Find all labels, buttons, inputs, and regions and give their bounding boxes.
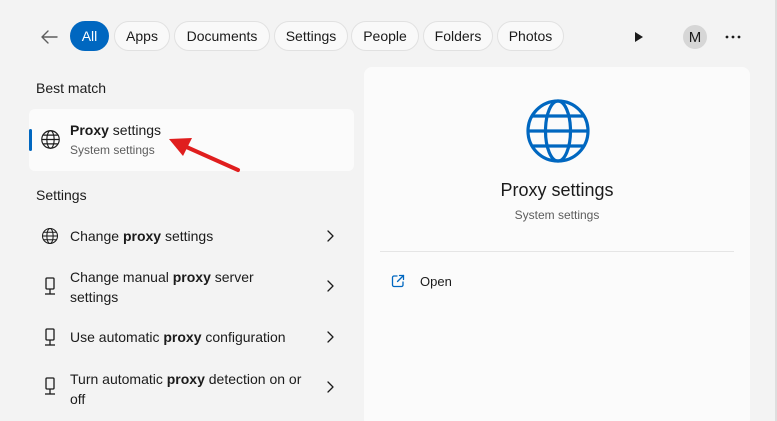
label-bold: proxy	[166, 371, 205, 387]
settings-heading: Settings	[36, 187, 87, 203]
label-bold: proxy	[172, 269, 211, 285]
globe-icon	[41, 130, 60, 149]
label-pre: Change manual	[70, 269, 173, 285]
label-bold: proxy	[163, 329, 202, 345]
filter-chip-documents[interactable]: Documents	[174, 21, 270, 51]
settings-item-label: Turn automatic proxy detection on or off	[70, 369, 305, 409]
result-title: Proxy settings	[70, 122, 161, 138]
globe-icon	[526, 99, 590, 163]
ellipsis-icon	[725, 35, 741, 39]
open-action[interactable]: Open	[388, 270, 508, 294]
open-label: Open	[420, 274, 452, 289]
result-title-rest: settings	[108, 122, 162, 138]
label-pre: Turn automatic	[70, 371, 167, 387]
network-plug-icon	[40, 277, 60, 297]
settings-item-label: Change manual proxy server settings	[70, 267, 305, 307]
selection-indicator	[29, 129, 32, 151]
avatar[interactable]: M	[683, 25, 707, 49]
open-external-icon	[391, 274, 405, 288]
filter-chip-people[interactable]: People	[351, 21, 419, 51]
chevron-right-icon	[327, 230, 334, 242]
preview-title: Proxy settings	[500, 180, 614, 200]
label-post: settings	[161, 228, 214, 244]
label-pre: Change	[70, 228, 123, 244]
more-filters-button[interactable]	[629, 27, 649, 47]
preview-subtitle: System settings	[514, 208, 600, 222]
chevron-right-icon	[327, 331, 334, 343]
settings-item-label: Use automatic proxy configuration	[70, 327, 305, 347]
settings-item-automatic-proxy-config[interactable]: Use automatic proxy configuration	[29, 318, 354, 358]
settings-item-proxy-detection[interactable]: Turn automatic proxy detection on or off	[29, 364, 354, 414]
chevron-right-icon	[327, 280, 334, 292]
result-subtitle: System settings	[70, 143, 155, 157]
preview-panel: Proxy settings System settings Open	[364, 67, 750, 421]
search-window: All Apps Documents Settings People Folde…	[0, 0, 777, 421]
divider	[380, 251, 734, 252]
settings-item-label: Change proxy settings	[70, 226, 305, 246]
filter-chip-photos[interactable]: Photos	[497, 21, 564, 51]
arrow-left-icon	[41, 30, 58, 44]
filter-chip-all[interactable]: All	[70, 21, 109, 51]
label-pre: Use automatic	[70, 329, 164, 345]
label-post: configuration	[201, 329, 286, 345]
globe-icon	[40, 226, 60, 246]
result-title-bold: Proxy	[70, 122, 109, 138]
best-match-heading: Best match	[36, 80, 107, 96]
play-icon	[635, 32, 643, 42]
filter-chip-settings[interactable]: Settings	[274, 21, 348, 51]
back-button[interactable]	[36, 24, 62, 50]
chevron-right-icon	[327, 381, 334, 393]
settings-item-change-proxy[interactable]: Change proxy settings	[29, 216, 354, 256]
more-options-button[interactable]	[721, 25, 745, 49]
network-plug-icon	[40, 377, 60, 397]
label-bold: proxy	[122, 228, 162, 244]
filter-chip-folders[interactable]: Folders	[423, 21, 493, 51]
network-plug-icon	[40, 328, 60, 348]
filter-bar: All Apps Documents Settings People Folde…	[0, 18, 777, 56]
annotation-arrow-icon	[169, 138, 240, 172]
settings-item-manual-proxy[interactable]: Change manual proxy server settings	[29, 262, 354, 312]
filter-chip-apps[interactable]: Apps	[114, 21, 170, 51]
